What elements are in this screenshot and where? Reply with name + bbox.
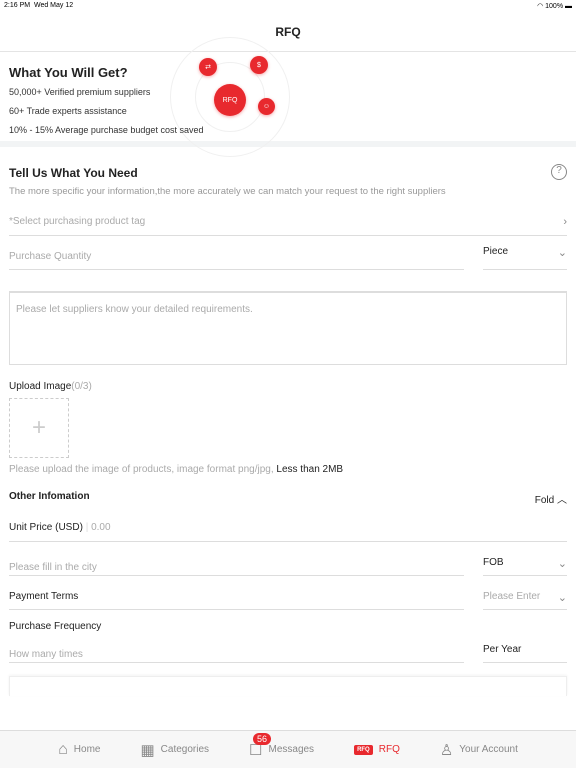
tab-categories[interactable]: ▦ Categories [120, 731, 229, 768]
payment-terms-select[interactable]: Please Enter ⌄ [483, 591, 567, 610]
requirements-placeholder: Please let suppliers know your detailed … [16, 304, 253, 315]
unit-price-placeholder: 0.00 [91, 522, 111, 533]
status-time: 2:16 PM [4, 2, 31, 9]
trade-term-select[interactable]: FOB ⌄ [483, 557, 567, 576]
fold-button[interactable]: Fold ︿ [535, 491, 567, 506]
chevron-down-icon: ⌄ [557, 558, 567, 570]
rfq-icon: RFQ [354, 744, 373, 755]
payment-terms-label: Payment Terms [9, 591, 464, 610]
account-icon: ♙ [439, 741, 454, 759]
benefits-banner: What You Will Get? 50,000+ Verified prem… [0, 37, 576, 157]
upload-hint: Please upload the image of products, ima… [9, 464, 344, 475]
tab-account[interactable]: ♙ Your Account [420, 731, 538, 768]
city-placeholder: Please fill in the city [9, 562, 97, 573]
submit-area [9, 676, 567, 696]
unit-price-label: Unit Price (USD) [9, 522, 83, 533]
tab-rfq[interactable]: RFQ RFQ [334, 731, 420, 768]
tab-home[interactable]: ⌂ Home [38, 731, 120, 768]
chevron-down-icon: ⌄ [557, 247, 567, 259]
plus-icon: + [31, 414, 46, 441]
benefit-item: 50,000+ Verified premium suppliers [9, 87, 151, 97]
quote-icon: $ [250, 56, 268, 74]
upload-label: Upload Image(0/3) [9, 381, 92, 392]
frequency-placeholder: How many times [9, 649, 83, 660]
messages-badge: 56 [253, 733, 272, 745]
categories-icon: ▦ [140, 741, 155, 759]
quantity-placeholder: Purchase Quantity [9, 251, 92, 262]
unit-value: Piece [483, 246, 509, 257]
add-image-button[interactable]: + [9, 398, 69, 458]
upload-limit: Less than 2MB [276, 464, 344, 475]
tab-bar: ⌂ Home ▦ Categories 56 ☐ Messages RFQ RFQ ♙ Yo… [0, 730, 576, 768]
frequency-input[interactable]: How many times [9, 644, 464, 663]
city-input[interactable]: Please fill in the city [9, 557, 464, 576]
chevron-down-icon: ⌄ [557, 592, 567, 604]
battery-icon: ▬ [565, 3, 572, 10]
chevron-right-icon: › [563, 215, 567, 228]
nav-bar: RFQ [0, 12, 576, 52]
frequency-unit[interactable]: Per Year [483, 644, 567, 663]
trade-term-value: FOB [483, 557, 504, 568]
unit-price-input[interactable]: Unit Price (USD) | 0.00 [9, 522, 567, 542]
payment-placeholder: Please Enter [483, 591, 541, 602]
chevron-up-icon: ︿ [557, 495, 567, 506]
status-date: Wed May 12 [33, 2, 74, 9]
product-tag-placeholder: *Select purchasing product tag [9, 216, 146, 227]
other-info-title: Other Infomation [9, 491, 90, 502]
requirements-textarea[interactable]: Please let suppliers know your detailed … [9, 291, 567, 365]
form-title: Tell Us What You Need [9, 166, 138, 180]
unit-select[interactable]: Piece ⌄ [483, 246, 567, 270]
wifi-icon: ◠ [537, 3, 544, 10]
help-icon[interactable]: ? [551, 164, 567, 180]
form-subtitle: The more specific your information,the m… [9, 186, 446, 197]
banner-title: What You Will Get? [9, 65, 128, 80]
product-tag-select[interactable]: *Select purchasing product tag › [9, 208, 567, 236]
upload-count: (0/3) [71, 381, 92, 392]
battery-level: 100% [545, 3, 564, 10]
benefit-item: 60+ Trade experts assistance [9, 106, 127, 116]
quantity-input[interactable]: Purchase Quantity [9, 246, 464, 270]
tab-messages[interactable]: 56 ☐ Messages [229, 731, 334, 768]
rfq-document-icon: RFQ [214, 84, 246, 116]
form-header: Tell Us What You Need The more specific … [9, 164, 567, 197]
benefit-item: 10% - 15% Average purchase budget cost s… [9, 125, 204, 135]
page-title: RFQ [275, 24, 301, 39]
exchange-icon: ⇄ [199, 58, 217, 76]
expert-icon: ☺ [258, 98, 275, 115]
frequency-label: Purchase Frequency [9, 621, 102, 632]
home-icon: ⌂ [58, 740, 68, 758]
status-bar: 2:16 PM Wed May 12 ◠ 100% ▬ [0, 0, 576, 12]
other-info-header: Other Infomation Fold ︿ [9, 491, 567, 506]
